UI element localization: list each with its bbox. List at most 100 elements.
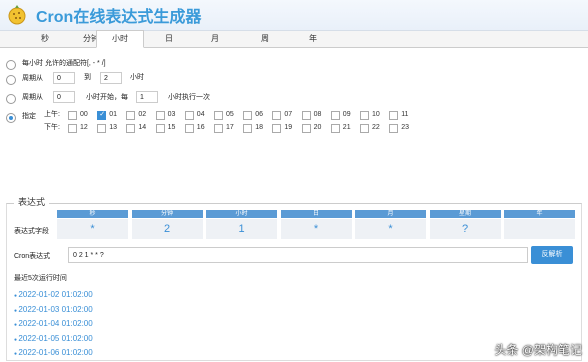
hour-checkbox-label: 13 (109, 124, 117, 131)
radio-cycle[interactable] (6, 94, 16, 104)
hour-checkbox-08[interactable] (301, 111, 311, 120)
period-to-label: 到 (84, 74, 91, 81)
hour-checkbox-07[interactable] (272, 111, 282, 120)
hour-checkbox-23[interactable] (389, 124, 399, 133)
radio-assign[interactable] (6, 113, 16, 123)
hour-checkbox-14[interactable] (126, 124, 136, 133)
hour-checkbox-22[interactable] (360, 124, 369, 133)
cron-expression-input[interactable]: 0 2 1 * * ? (68, 247, 528, 263)
hour-checkbox-02[interactable] (126, 111, 136, 120)
tab-second[interactable]: 秒 (22, 31, 68, 47)
column-header: 日 (280, 210, 352, 218)
column-value: ? (429, 219, 501, 239)
period-unit-label: 小时 (130, 74, 144, 81)
tab-hour[interactable]: 小时 (96, 30, 144, 48)
period-from-input[interactable]: 0 (53, 72, 75, 84)
hour-checkbox-05[interactable] (214, 111, 223, 120)
cron-label: Cron表达式 (14, 253, 51, 260)
cycle-from-label: 周期从 (22, 94, 43, 101)
tab-month[interactable]: 月 (192, 31, 238, 47)
run-time-text: 2022-01-05 01:02:00 (18, 333, 93, 343)
am-label: 上午: (44, 111, 60, 118)
column-value (504, 219, 575, 239)
column-value: 1 (206, 219, 277, 239)
hour-checkbox-21[interactable] (330, 124, 340, 133)
column-value: * (355, 219, 426, 239)
run-time-text: 2022-01-04 01:02:00 (18, 319, 93, 328)
hour-checkbox-label: 06 (255, 111, 263, 118)
column-header: 月 (355, 210, 426, 218)
cycle-from-input[interactable]: 0 (53, 91, 75, 103)
parse-button[interactable]: 反解析 (531, 246, 573, 264)
column-value: * (57, 219, 128, 239)
logo-icon (8, 5, 26, 25)
hour-checkbox-label: 11 (401, 111, 409, 118)
hour-checkbox-20[interactable] (301, 124, 311, 133)
hour-checkbox-label: 18 (255, 124, 263, 131)
hour-checkbox-label: 14 (138, 124, 147, 131)
hour-checkbox-18[interactable] (243, 124, 253, 133)
watermark: 头条 @架构笔记 (494, 343, 582, 357)
column-value: * (280, 219, 352, 239)
cycle-mid-label: 小时开始，每 (86, 94, 128, 101)
app-header: Cron在线表达式生成器 (0, 0, 588, 31)
assign-label: 指定 (22, 113, 36, 120)
cycle-tail-label: 小时执行一次 (168, 94, 210, 101)
option-every-hour[interactable]: 每小时 允许的通配符[, - * /] (6, 57, 306, 71)
radio-every-hour[interactable] (6, 60, 16, 70)
hour-checkbox-label: 16 (196, 124, 205, 131)
hour-checkbox-label: 00 (80, 111, 88, 118)
radio-period[interactable] (6, 75, 16, 85)
hour-checkbox-19[interactable] (272, 124, 282, 133)
hour-checkbox-label: 01 (109, 111, 117, 118)
hour-checkbox-label: 19 (284, 124, 293, 131)
hour-checkbox-06[interactable] (243, 111, 253, 120)
hour-checkbox-13[interactable] (97, 124, 107, 133)
hour-checkbox-01[interactable] (97, 110, 107, 120)
hour-checkbox-15[interactable] (155, 124, 165, 133)
hour-checkbox-label: 21 (342, 124, 351, 131)
option-every-hour-label: 每小时 允许的通配符[, - * /] (22, 60, 106, 67)
run-time-text: 2022-01-02 01:02:00 (18, 290, 93, 299)
pm-label: 下午: (44, 124, 60, 131)
column-header: 分钟 (131, 210, 203, 218)
hour-checkbox-16[interactable] (184, 124, 194, 133)
hour-checkbox-label: 12 (80, 124, 88, 131)
hour-checkbox-00[interactable] (68, 111, 77, 120)
hour-checkbox-label: 17 (226, 124, 234, 131)
run-time-item: ● 2022-01-05 01:02:00 (14, 334, 93, 343)
hour-checkbox-11[interactable] (389, 111, 399, 120)
hour-checkbox-label: 15 (167, 124, 176, 131)
run-time-item: ● 2022-01-06 01:02:00 (14, 348, 93, 357)
hour-checkbox-label: 07 (284, 111, 293, 118)
expression-legend: 表达式 (14, 195, 50, 208)
hour-checkbox-09[interactable] (330, 111, 340, 120)
tab-bar: 秒 分钟 小时 日 月 周 年 (0, 30, 588, 48)
period-to-input[interactable]: 2 (100, 72, 122, 84)
hour-checkbox-label: 22 (372, 124, 380, 131)
tab-day[interactable]: 日 (146, 31, 192, 47)
field-label: 表达式字段 (14, 228, 49, 235)
hour-checkbox-label: 05 (226, 111, 234, 118)
hour-checkbox-label: 20 (313, 124, 322, 131)
column-header: 秒 (57, 210, 128, 218)
run-time-item: ● 2022-01-03 01:02:00 (14, 305, 93, 314)
option-assign[interactable]: 指定 (6, 110, 46, 124)
cycle-every-input[interactable]: 1 (136, 91, 158, 103)
hour-checkbox-label: 02 (138, 111, 147, 118)
hour-checkbox-03[interactable] (155, 111, 165, 120)
run-time-item: ● 2022-01-04 01:02:00 (14, 319, 93, 328)
hour-checkbox-04[interactable] (184, 111, 194, 120)
hour-checkbox-label: 08 (313, 111, 322, 118)
column-header: 小时 (206, 210, 277, 218)
option-period[interactable]: 周期从 (6, 72, 306, 86)
hour-checkbox-12[interactable] (68, 124, 77, 133)
tab-year[interactable]: 年 (290, 31, 336, 47)
tab-week[interactable]: 周 (242, 31, 288, 47)
run-time-item: ● 2022-01-02 01:02:00 (14, 290, 93, 299)
hour-checkbox-17[interactable] (214, 124, 223, 133)
hour-checkbox-label: 09 (342, 111, 351, 118)
column-header: 年 (504, 210, 575, 218)
hour-checkbox-10[interactable] (360, 111, 369, 120)
hour-checkbox-label: 10 (372, 111, 380, 118)
